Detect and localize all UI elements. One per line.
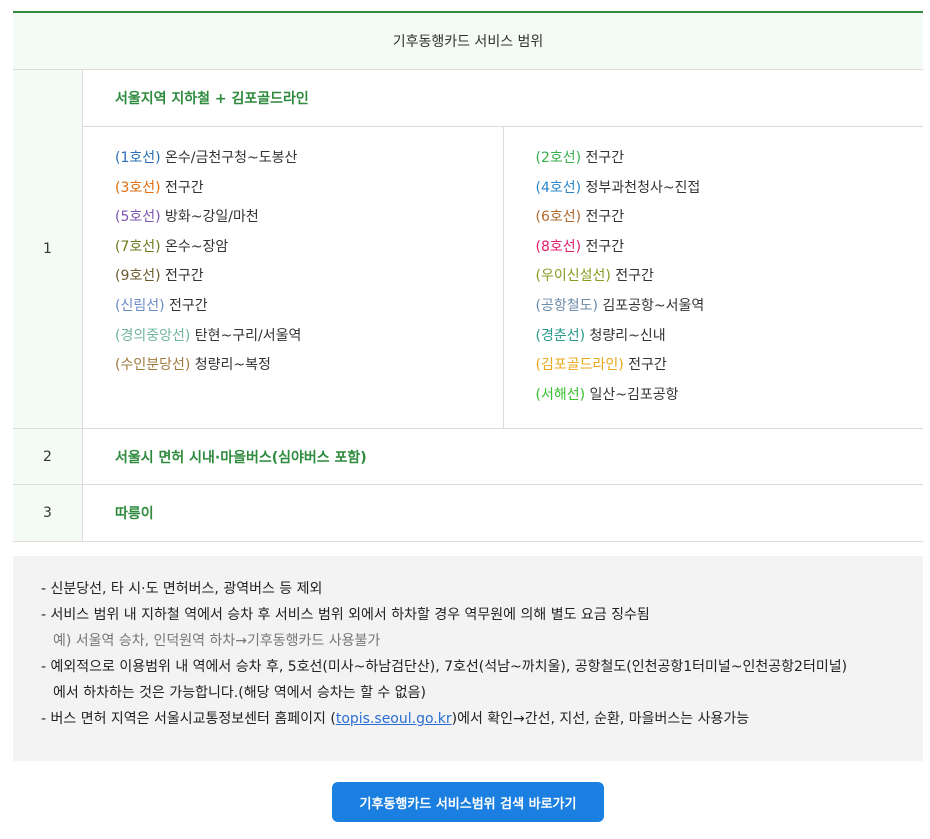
row-number-text: 2 (43, 448, 52, 465)
subway-line-name: (1호선) (115, 150, 161, 166)
subway-line-name: (서해선) (535, 386, 586, 403)
note-item: - 예외적으로 이용범위 내 역에서 승차 후, 5호선(미사~하남검단산), … (41, 654, 923, 706)
note-text: - 버스 면허 지역은 서울시교통정보센터 홈페이지 ( (41, 711, 336, 727)
subway-line-item: (1호선) 온수/금천구청~도봉산 (115, 147, 503, 177)
note-text: - 신분당선, 타 시·도 면허버스, 광역버스 등 제외 (41, 581, 323, 597)
subway-line-range: 전구간 (160, 268, 204, 285)
subway-line-item: (8호선) 전구간 (536, 236, 924, 266)
subway-line-name: (신림선) (115, 297, 165, 314)
topis-link[interactable]: topis.seoul.go.kr (336, 711, 452, 727)
subway-line-name: (김포골드라인) (535, 357, 624, 374)
subway-line-name: (우이신설선) (535, 268, 611, 285)
subway-line-name: (2호선) (535, 150, 582, 166)
subway-line-range: 정부과천청사~진접 (581, 179, 701, 196)
notes-list: - 신분당선, 타 시·도 면허버스, 광역버스 등 제외 - 서비스 범위 내… (13, 556, 923, 732)
service-scope-table: 기후동행카드 서비스 범위 1 서울지역 지하철 + 김포골드라인 (1호선) … (13, 11, 923, 542)
subway-line-item: (경춘선) 청량리~신내 (536, 325, 924, 355)
note-item: - 버스 면허 지역은 서울시교통정보센터 홈페이지 (topis.seoul.… (41, 706, 923, 732)
subway-line-item: (수인분당선) 청량리~복정 (115, 354, 503, 384)
subway-line-range: 방화~강일/마천 (160, 209, 259, 226)
subway-line-range: 온수/금천구청~도봉산 (160, 150, 298, 166)
subway-line-item: (7호선) 온수~장암 (115, 236, 503, 266)
row-title: 서울시 면허 시내·마을버스(심야버스 포함) (115, 449, 367, 466)
note-item: - 서비스 범위 내 지하철 역에서 승차 후 서비스 범위 외에서 하차할 경… (41, 602, 923, 654)
subway-line-name: (경의중앙선) (115, 327, 191, 344)
row-number-text: 1 (43, 241, 52, 257)
subway-lines-left-column: (1호선) 온수/금천구청~도봉산 (3호선) 전구간 (5호선) 방화~강일/마천… (83, 127, 504, 428)
subway-lines: (1호선) 온수/금천구청~도봉산 (3호선) 전구간 (5호선) 방화~강일/마천… (83, 127, 923, 428)
subway-line-item: (공항철도) 김포공항~서울역 (536, 295, 924, 325)
subway-line-range: 전구간 (160, 179, 204, 196)
subway-line-name: (6호선) (535, 209, 582, 226)
table-row-2: 2 서울시 면허 시내·마을버스(심야버스 포함) (13, 429, 923, 485)
subway-line-item: (5호선) 방화~강일/마천 (115, 206, 503, 236)
row-title: 따릉이 (115, 506, 154, 522)
subway-line-name: (경춘선) (535, 327, 586, 344)
subway-line-range: 일산~김포공항 (585, 386, 679, 403)
row-number: 2 (13, 429, 83, 484)
subway-line-range: 전구간 (623, 357, 667, 374)
subway-line-range: 전구간 (164, 297, 208, 314)
subway-line-item: (6호선) 전구간 (536, 206, 924, 236)
row-number: 1 (13, 70, 83, 428)
row-title: 서울지역 지하철 + 김포골드라인 (83, 70, 923, 127)
table-header: 기후동행카드 서비스 범위 (13, 13, 923, 70)
subway-line-item: (신림선) 전구간 (115, 295, 503, 325)
subway-line-name: (수인분당선) (115, 357, 191, 374)
row-number: 3 (13, 485, 83, 541)
subway-line-item: (9호선) 전구간 (115, 265, 503, 295)
note-example: 예) 서울역 승차, 인덕원역 하차→기후동행카드 사용불가 (53, 633, 381, 649)
notes-box: - 신분당선, 타 시·도 면허버스, 광역버스 등 제외 - 서비스 범위 내… (13, 556, 923, 761)
row-content: 서울지역 지하철 + 김포골드라인 (1호선) 온수/금천구청~도봉산 (3호선)… (83, 70, 923, 428)
row-number-text: 3 (43, 505, 52, 521)
table-header-title: 기후동행카드 서비스 범위 (392, 34, 544, 50)
subway-line-range: 온수~장암 (160, 238, 229, 255)
note-text-continued: 에서 하차하는 것은 가능합니다.(해당 역에서 승차는 할 수 없음) (53, 685, 426, 701)
subway-line-item: (김포골드라인) 전구간 (536, 354, 924, 384)
note-text: )에서 확인→간선, 지선, 순환, 마을버스는 사용가능 (451, 711, 750, 727)
service-scope-search-button-label: 기후동행카드 서비스범위 검색 바로가기 (359, 796, 577, 812)
subway-line-name: (9호선) (115, 268, 161, 285)
subway-line-range: 청량리~복정 (190, 357, 271, 374)
subway-line-range: 전구간 (610, 268, 654, 285)
subway-line-name: (8호선) (535, 238, 582, 255)
subway-line-item: (경의중앙선) 탄현~구리/서울역 (115, 325, 503, 355)
subway-line-range: 전구간 (581, 150, 625, 166)
subway-line-name: (5호선) (115, 209, 161, 226)
subway-line-item: (2호선) 전구간 (536, 147, 924, 177)
subway-line-name: (공항철도) (535, 297, 598, 314)
row-content: 따릉이 (83, 485, 923, 541)
subway-line-range: 탄현~구리/서울역 (190, 327, 302, 344)
subway-line-range: 청량리~신내 (585, 327, 666, 344)
subway-line-item: (서해선) 일산~김포공항 (536, 384, 924, 414)
row-content: 서울시 면허 시내·마을버스(심야버스 포함) (83, 429, 923, 484)
subway-line-range: 김포공항~서울역 (597, 297, 705, 314)
service-scope-search-button[interactable]: 기후동행카드 서비스범위 검색 바로가기 (332, 782, 604, 822)
subway-line-item: (3호선) 전구간 (115, 177, 503, 207)
table-row-1: 1 서울지역 지하철 + 김포골드라인 (1호선) 온수/금천구청~도봉산 (3호… (13, 70, 923, 429)
subway-line-range: 전구간 (581, 238, 625, 255)
subway-line-name: (3호선) (115, 179, 161, 196)
subway-line-item: (우이신설선) 전구간 (536, 265, 924, 295)
subway-line-item: (4호선) 정부과천청사~진접 (536, 177, 924, 207)
note-text: - 예외적으로 이용범위 내 역에서 승차 후, 5호선(미사~하남검단산), … (41, 659, 848, 675)
subway-line-name: (4호선) (535, 179, 582, 196)
note-item: - 신분당선, 타 시·도 면허버스, 광역버스 등 제외 (41, 576, 923, 602)
page: 기후동행카드 서비스 범위 1 서울지역 지하철 + 김포골드라인 (1호선) … (0, 0, 930, 839)
subway-line-range: 전구간 (581, 209, 625, 226)
table-row-3: 3 따릉이 (13, 485, 923, 542)
note-text: - 서비스 범위 내 지하철 역에서 승차 후 서비스 범위 외에서 하차할 경… (41, 607, 650, 623)
subway-line-name: (7호선) (115, 238, 161, 255)
subway-lines-right-column: (2호선) 전구간 (4호선) 정부과천청사~진접 (6호선) 전구간 (8호선) 전… (504, 127, 924, 428)
